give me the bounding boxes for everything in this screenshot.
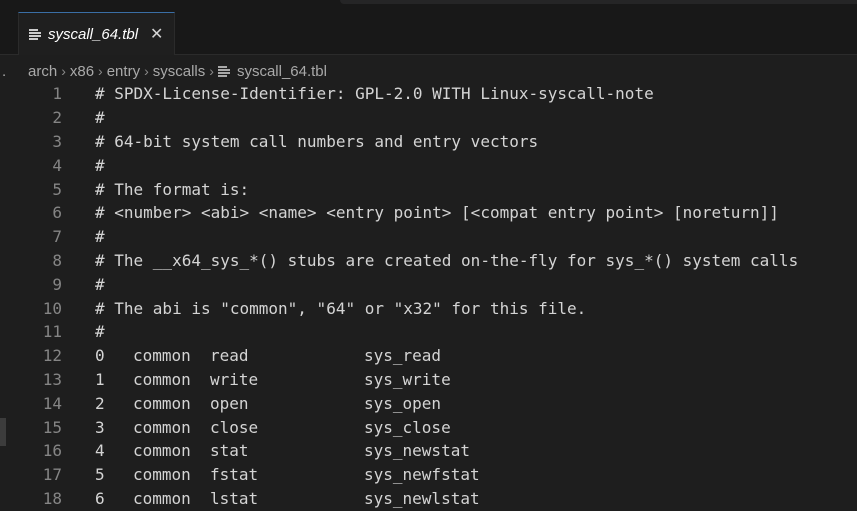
line-number: 13 [42, 369, 62, 389]
syscall-abi: common [133, 465, 191, 485]
lines-file-icon [217, 65, 230, 77]
syscall-name: fstat [210, 465, 259, 485]
syscall-entry: sys_newlstat [364, 488, 480, 508]
line-number: 3 [52, 131, 62, 151]
chevron-right-icon: › [61, 63, 66, 79]
code-text: # The abi is "common", "64" or "x32" for… [95, 298, 587, 318]
syscall-number: 6 [95, 488, 105, 508]
line-number: 14 [42, 393, 62, 413]
syscall-entry: sys_write [364, 369, 451, 389]
syscall-name: write [210, 369, 259, 389]
code-text: # [95, 274, 105, 294]
code-line[interactable]: 1 # SPDX-License-Identifier: GPL-2.0 WIT… [0, 82, 857, 106]
syscall-number: 4 [95, 441, 105, 461]
syscall-entry: sys_read [364, 346, 442, 366]
code-line[interactable]: 5 # The format is: [0, 177, 857, 201]
code-line[interactable]: 8 # The __x64_sys_*() stubs are created … [0, 249, 857, 273]
syscall-number: 3 [95, 417, 105, 437]
code-line[interactable]: 3 # 64-bit system call numbers and entry… [0, 130, 857, 154]
line-number: 12 [42, 346, 62, 366]
code-line[interactable]: 4 # [0, 153, 857, 177]
code-text: # [95, 155, 105, 175]
code-text: # <number> <abi> <name> <entry point> [<… [95, 203, 779, 223]
syscall-name: stat [210, 441, 249, 461]
code-line[interactable]: 6 # <number> <abi> <name> <entry point> … [0, 201, 857, 225]
breadcrumb: . arch › x86 › entry › syscalls › syscal… [0, 60, 327, 82]
code-line[interactable]: 9 # [0, 272, 857, 296]
table-row[interactable]: 17 5 common fstat sys_newfstat [0, 463, 857, 487]
line-number: 15 [42, 417, 62, 437]
line-number: 10 [42, 298, 62, 318]
tab-syscall-64-tbl[interactable]: syscall_64.tbl ✕ [18, 12, 175, 55]
code-line[interactable]: 10 # The abi is "common", "64" or "x32" … [0, 296, 857, 320]
syscall-name: close [210, 417, 259, 437]
breadcrumb-lead: . [2, 62, 7, 80]
table-row[interactable]: 16 4 common stat sys_newstat [0, 439, 857, 463]
line-number: 5 [52, 179, 62, 199]
line-number: 2 [52, 108, 62, 128]
line-number: 17 [42, 465, 62, 485]
table-row[interactable]: 14 2 common open sys_open [0, 391, 857, 415]
line-number: 4 [52, 155, 62, 175]
syscall-abi: common [133, 346, 191, 366]
code-text: # [95, 227, 105, 247]
syscall-abi: common [133, 393, 191, 413]
table-row[interactable]: 15 3 common close sys_close [0, 415, 857, 439]
syscall-entry: sys_newfstat [364, 465, 480, 485]
code-text: # The format is: [95, 179, 250, 199]
code-text: # [95, 322, 105, 342]
table-row[interactable]: 12 0 common read sys_read [0, 344, 857, 368]
chevron-right-icon: › [98, 63, 103, 79]
syscall-abi: common [133, 441, 191, 461]
line-number: 9 [52, 274, 62, 294]
breadcrumb-item-entry[interactable]: entry [107, 63, 140, 80]
line-number: 8 [52, 250, 62, 270]
syscall-abi: common [133, 369, 191, 389]
breadcrumb-item-x86[interactable]: x86 [70, 63, 94, 80]
chevron-right-icon: › [144, 63, 149, 79]
breadcrumb-item-arch[interactable]: arch [28, 63, 57, 80]
close-icon[interactable]: ✕ [150, 24, 163, 44]
line-number: 1 [52, 84, 62, 104]
syscall-number: 1 [95, 369, 105, 389]
chevron-right-icon: › [209, 63, 214, 79]
code-editor[interactable]: 1 # SPDX-License-Identifier: GPL-2.0 WIT… [0, 82, 857, 511]
syscall-number: 0 [95, 346, 105, 366]
code-text: # 64-bit system call numbers and entry v… [95, 131, 539, 151]
code-line[interactable]: 7 # [0, 225, 857, 249]
tab-label: syscall_64.tbl [48, 25, 139, 43]
code-line[interactable]: 2 # [0, 106, 857, 130]
breadcrumb-item-syscalls[interactable]: syscalls [153, 63, 206, 80]
code-line[interactable]: 11 # [0, 320, 857, 344]
line-number: 16 [42, 441, 62, 461]
syscall-number: 5 [95, 465, 105, 485]
syscall-name: open [210, 393, 249, 413]
line-number: 7 [52, 227, 62, 247]
syscall-entry: sys_close [364, 417, 451, 437]
table-row[interactable]: 13 1 common write sys_write [0, 368, 857, 392]
syscall-abi: common [133, 417, 191, 437]
breadcrumb-item-file[interactable]: syscall_64.tbl [237, 63, 327, 80]
syscall-number: 2 [95, 393, 105, 413]
code-text: # [95, 108, 105, 128]
syscall-name: read [210, 346, 249, 366]
syscall-abi: common [133, 488, 191, 508]
line-number: 18 [42, 488, 62, 508]
syscall-entry: sys_open [364, 393, 442, 413]
syscall-name: lstat [210, 488, 259, 508]
table-row[interactable]: 18 6 common lstat sys_newlstat [0, 487, 857, 511]
line-number: 6 [52, 203, 62, 223]
title-strip [340, 0, 857, 4]
lines-file-icon [29, 28, 41, 40]
line-number: 11 [42, 322, 62, 342]
code-text: # SPDX-License-Identifier: GPL-2.0 WITH … [95, 84, 654, 104]
code-text: # The __x64_sys_*() stubs are created on… [95, 250, 799, 270]
tab-bar: syscall_64.tbl ✕ [0, 0, 857, 55]
syscall-entry: sys_newstat [364, 441, 470, 461]
